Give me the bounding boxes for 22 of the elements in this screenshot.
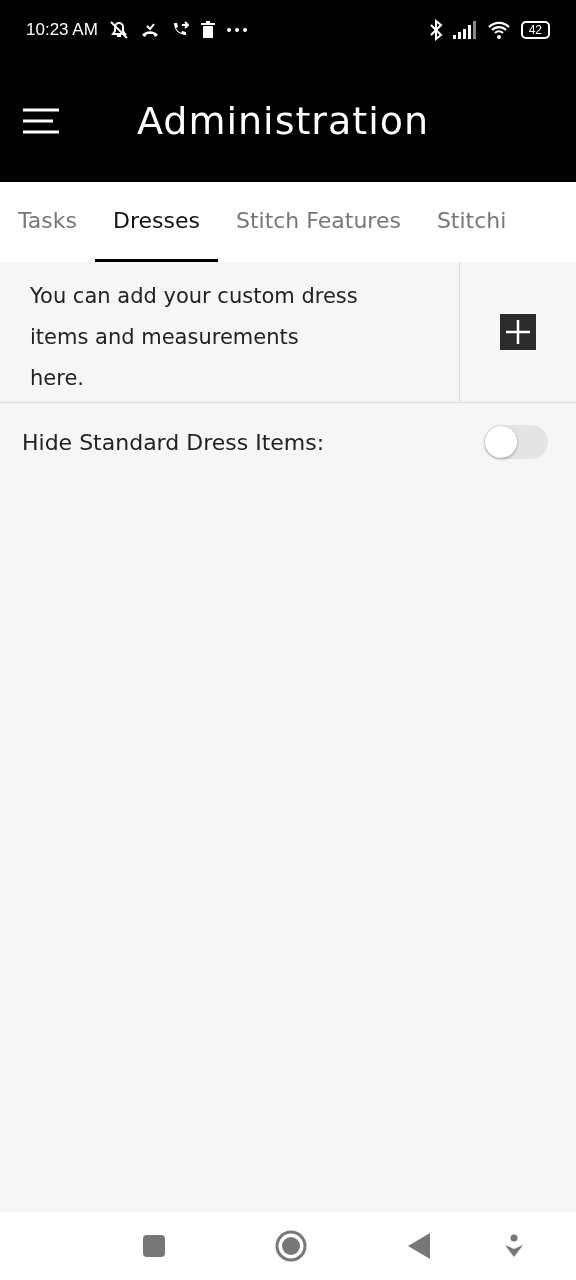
muted-bell-icon — [107, 19, 130, 41]
tab[interactable]: Tasks — [0, 182, 95, 262]
toggle-switch[interactable] — [484, 425, 548, 459]
wifi-icon — [486, 20, 511, 40]
tab[interactable]: Dresses — [94, 182, 218, 262]
add-button[interactable] — [500, 314, 536, 350]
battery-level: 42 — [520, 21, 550, 39]
menu-icon[interactable] — [22, 108, 60, 134]
home-icon[interactable] — [275, 1230, 307, 1262]
tab[interactable]: Stitch Features — [217, 182, 419, 262]
info-text: You can add your custom dress items and measurements here. — [0, 262, 460, 402]
bluetooth-icon — [428, 19, 443, 41]
app-title: Administration — [137, 99, 430, 143]
status-time: 10:23 AM — [26, 20, 98, 40]
tab[interactable]: Stitchi — [418, 182, 525, 262]
back-icon[interactable] — [408, 1233, 430, 1259]
signal-icon — [452, 21, 477, 39]
recents-icon[interactable] — [142, 1234, 166, 1258]
trash-icon — [199, 21, 216, 39]
setting-label: Hide Standard Dress Items: — [22, 429, 325, 455]
more-icon — [225, 27, 248, 33]
down-arrow-icon[interactable] — [504, 1234, 524, 1258]
